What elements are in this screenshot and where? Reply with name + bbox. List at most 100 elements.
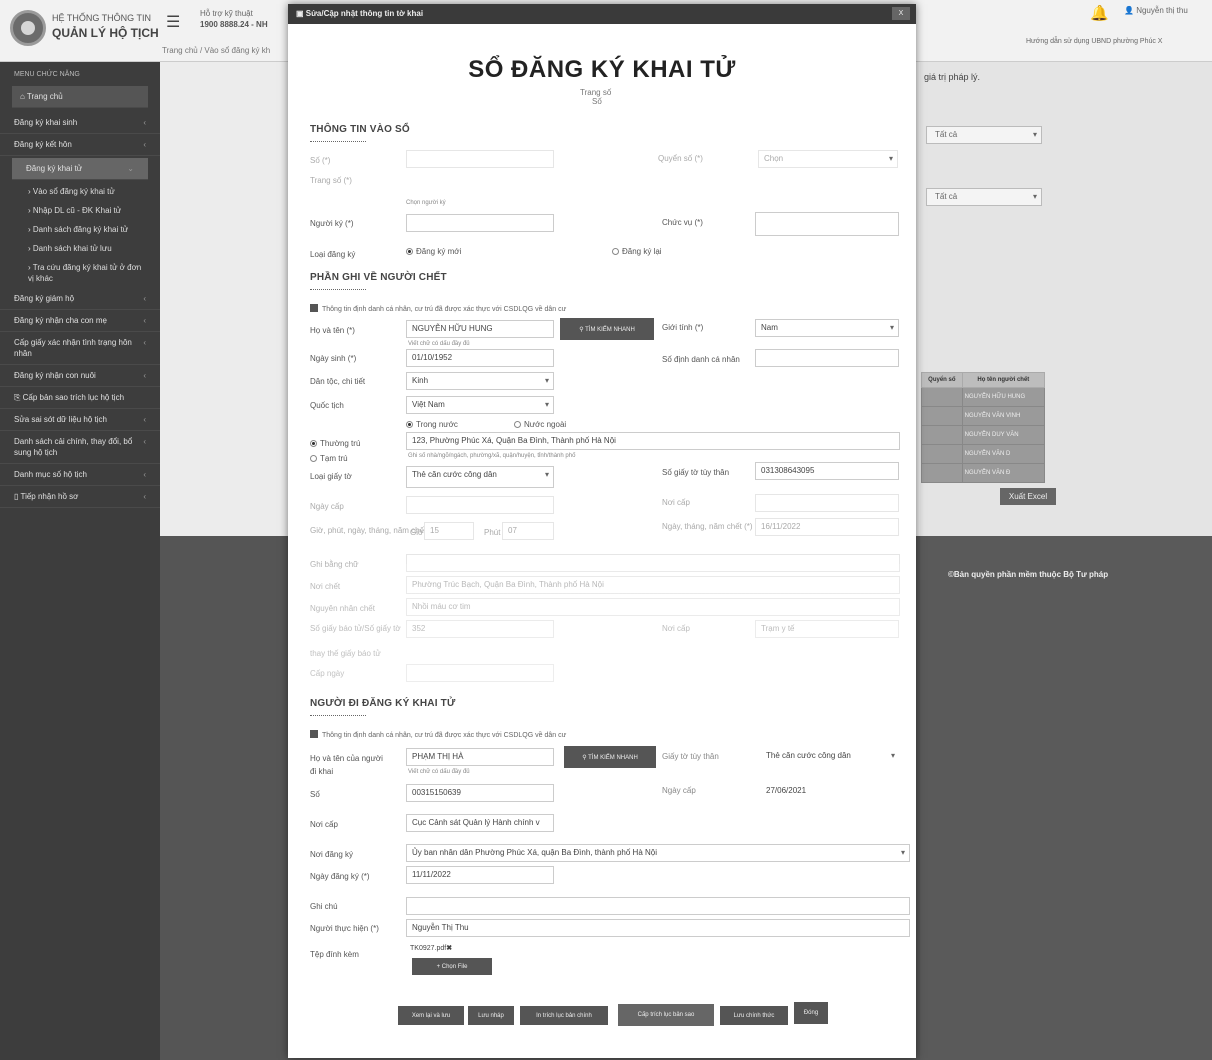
radio-dang-ky-moi[interactable]: Đăng ký mới	[406, 247, 461, 256]
ngay-chet-input[interactable]: 16/11/2022	[755, 518, 899, 536]
sidebar-subitem[interactable]: › Danh sách khai tử lưu	[0, 239, 160, 258]
sidebar-subitem[interactable]: › Nhập DL cũ - ĐK Khai tử	[0, 201, 160, 220]
print-original-button[interactable]: In trích lục bản chính	[520, 1006, 608, 1025]
noi-cap-bao-tu-label: Nơi cấp	[662, 624, 690, 633]
sidebar-item-cai-chinh[interactable]: Danh sách cải chính, thay đổi, bổ sung h…	[0, 431, 160, 464]
close-button[interactable]: Đóng	[794, 1002, 828, 1024]
noi-cap-bao-tu-input[interactable]: Trạm y tế	[755, 620, 899, 638]
filter-select-1[interactable]: Tất cả	[926, 126, 1042, 144]
noi-chet-input[interactable]: Phường Trúc Bạch, Quận Ba Đình, Thành ph…	[406, 576, 900, 594]
choose-file-button[interactable]: + Chọn File	[412, 958, 492, 975]
sidebar-item-con-nuoi[interactable]: Đăng ký nhận con nuôi ‹	[0, 365, 160, 387]
attached-file[interactable]: TK0927.pdf✖	[410, 944, 452, 952]
filter-select-2[interactable]: Tất cả	[926, 188, 1042, 206]
user-icon: 👤	[1124, 6, 1137, 15]
export-excel-button[interactable]: Xuất Excel	[1000, 488, 1056, 505]
verify-checkbox[interactable]: Thông tin định danh cá nhân, cư trú đã đ…	[310, 304, 566, 313]
quyen-so-select[interactable]: Chọn	[758, 150, 898, 168]
ngay-sinh-label: Ngày sinh (*)	[310, 354, 357, 363]
notification-bell-icon[interactable]: 🔔	[1090, 4, 1109, 22]
sidebar-subitem[interactable]: › Danh sách đăng ký khai tử	[0, 220, 160, 239]
ngay-sinh-input[interactable]: 01/10/1952	[406, 349, 554, 367]
sidebar-item-hon-nhan[interactable]: Cấp giấy xác nhận tình trạng hôn nhân ‹	[0, 332, 160, 365]
sidebar-item-danh-muc-so[interactable]: Danh mục số hộ tịch ‹	[0, 464, 160, 486]
sidebar-item-label: Tiếp nhận hồ sơ	[20, 492, 79, 501]
cap-ngay-input[interactable]	[406, 664, 554, 682]
sidebar-item-giam-ho[interactable]: Đăng ký giám hộ ‹	[0, 288, 160, 310]
radio-thuong-tru[interactable]: Thường trú	[310, 439, 360, 448]
hamburger-menu-icon[interactable]: ☰	[166, 12, 180, 32]
ngay-cap-input[interactable]	[406, 496, 554, 514]
sidebar-subitem[interactable]: › Tra cứu đăng ký khai tử ở đơn vị khác	[0, 258, 160, 288]
sidebar-item-ket-hon[interactable]: Đăng ký kết hôn ‹	[0, 134, 160, 156]
sidebar-item-khai-sinh[interactable]: Đăng ký khai sinh ‹	[0, 112, 160, 134]
ho-ten-nguoi-di-input[interactable]: PHẠM THỊ HÀ	[406, 748, 554, 766]
sidebar-item-label: Đăng ký khai sinh	[14, 118, 78, 127]
nguyen-nhan-input[interactable]: Nhồi máu cơ tim	[406, 598, 900, 616]
so-dinh-danh-input[interactable]	[755, 349, 899, 367]
giay-to-tuy-than-select[interactable]: Thẻ căn cước công dân	[760, 747, 900, 765]
save-official-button[interactable]: Lưu chính thức	[720, 1006, 788, 1025]
sidebar-item-home[interactable]: ⌂ Trang chủ	[12, 86, 148, 108]
issue-copy-button[interactable]: Cấp trích lục bản sao	[618, 1004, 714, 1026]
chuc-vu-input[interactable]	[755, 212, 899, 236]
sidebar-subitem-label: Danh sách đăng ký khai tử	[32, 225, 129, 234]
table-row[interactable]: NGUYỄN VĂN D	[921, 444, 1046, 464]
sidebar-item-khai-tu[interactable]: Đăng ký khai tử ⌄	[12, 158, 148, 180]
sidebar-item-nhan-cha-con[interactable]: Đăng ký nhận cha con mẹ ‹	[0, 310, 160, 332]
table-header-row: Quyển số Họ tên người chết	[921, 372, 1046, 388]
ho-ten-nguoi-di-label: Họ và tên của người đi khai	[310, 754, 383, 776]
top-links[interactable]: Hướng dẫn sử dụng UBND phường Phúc X	[1026, 38, 1162, 45]
table-row[interactable]: NGUYỄN VĂN Đ	[921, 463, 1046, 483]
quoc-tich-select[interactable]: Việt Nam	[406, 396, 554, 414]
thuong-tru-input[interactable]: 123, Phường Phúc Xá, Quận Ba Đình, Thành…	[406, 432, 900, 450]
chon-nguoi-ky-hint: Chọn người ký	[406, 200, 446, 206]
noi-cap-nguoi-di-input[interactable]: Cục Cảnh sát Quản lý Hành chính v	[406, 814, 554, 832]
review-save-button[interactable]: Xem lại và lưu	[398, 1006, 464, 1025]
user-name[interactable]: 👤 Nguyễn thị thu	[1124, 6, 1188, 15]
ngay-dang-ky-input[interactable]: 11/11/2022	[406, 866, 554, 884]
radio-tam-tru[interactable]: Tạm trú	[310, 454, 348, 463]
chevron-left-icon: ‹	[143, 492, 146, 501]
copyright-text: ©Bản quyền phần mềm thuộc Bộ Tư pháp	[948, 570, 1109, 579]
noi-cap-input[interactable]	[755, 494, 899, 512]
ghi-bang-chu-input[interactable]	[406, 554, 900, 572]
sidebar-subitem[interactable]: › Vào sổ đăng ký khai tử	[0, 182, 160, 201]
breadcrumb[interactable]: Trang chủ / Vào sổ đăng ký kh	[162, 46, 270, 55]
sidebar-item-ban-sao[interactable]: ⎘ Cấp bản sao trích lục hộ tịch	[0, 387, 160, 409]
noi-dang-ky-select[interactable]: Ủy ban nhân dân Phường Phúc Xá, quận Ba …	[406, 844, 910, 862]
loai-giay-to-select[interactable]: Thẻ căn cước công dân	[406, 466, 554, 488]
ghi-chu-input[interactable]	[406, 897, 910, 915]
table-row[interactable]: NGUYỄN DUY VĂN	[921, 425, 1046, 445]
sidebar-item-sua-sai-sot[interactable]: Sửa sai sót dữ liệu hộ tịch ‹	[0, 409, 160, 431]
section-declarant-info: NGƯỜI ĐI ĐĂNG KÝ KHAI TỬ	[310, 698, 455, 716]
verify-checkbox-2[interactable]: Thông tin định danh cá nhân, cư trú đã đ…	[310, 730, 566, 739]
ngay-chet-label: Ngày, tháng, năm chết (*)	[662, 522, 753, 531]
nguoi-thuc-hien-input[interactable]: Nguyễn Thị Thu	[406, 919, 910, 937]
save-draft-button[interactable]: Lưu nháp	[468, 1006, 514, 1025]
so-giay-bao-tu-input[interactable]: 352	[406, 620, 554, 638]
ho-ten-input[interactable]: NGUYỄN HỮU HUNG	[406, 320, 554, 338]
so-giay-to-input[interactable]: 031308643095	[755, 462, 899, 480]
gio-input[interactable]: 15	[424, 522, 474, 540]
gioi-tinh-select[interactable]: Nam	[755, 319, 899, 337]
radio-nuoc-ngoai[interactable]: Nước ngoài	[514, 420, 566, 429]
close-modal-button[interactable]: X	[892, 7, 910, 20]
dan-toc-select[interactable]: Kinh	[406, 372, 554, 390]
sidebar-item-label: Đăng ký nhận cha con mẹ	[14, 316, 107, 325]
ngay-cap-nguoi-di-input[interactable]: 27/06/2021	[760, 782, 900, 800]
so-nguoi-di-input[interactable]: 00315150639	[406, 784, 554, 802]
quick-search-button[interactable]: ⚲ TÌM KIẾM NHANH	[560, 318, 654, 340]
table-row[interactable]: NGUYỄN HỮU HUNG	[921, 387, 1046, 407]
radio-dang-ky-lai[interactable]: Đăng ký lại	[612, 247, 662, 256]
phut-input[interactable]: 07	[502, 522, 554, 540]
quick-search-button-2[interactable]: ⚲ TÌM KIẾM NHANH	[564, 746, 656, 768]
remove-file-icon[interactable]: ✖	[446, 945, 452, 952]
nguoi-ky-input[interactable]	[406, 214, 554, 232]
so-input[interactable]	[406, 150, 554, 168]
sidebar-item-tiep-nhan[interactable]: ▯ Tiếp nhận hồ sơ ‹	[0, 486, 160, 508]
table-row[interactable]: NGUYỄN VĂN VINH	[921, 406, 1046, 426]
sidebar-subitem-label: Vào sổ đăng ký khai tử	[32, 187, 115, 196]
radio-trong-nuoc[interactable]: Trong nước	[406, 420, 458, 429]
checkbox-label: Thông tin định danh cá nhân, cư trú đã đ…	[322, 732, 567, 739]
